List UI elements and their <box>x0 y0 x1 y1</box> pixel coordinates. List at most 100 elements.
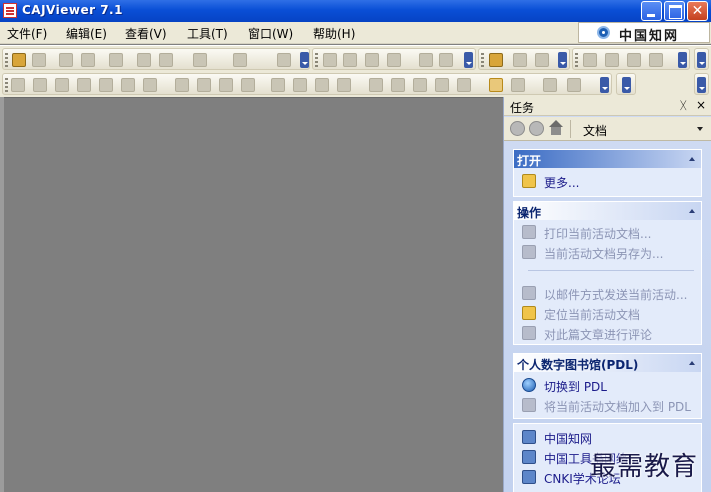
menu-view[interactable]: 查看(V) <box>125 25 167 42</box>
menu-window[interactable]: 窗口(W) <box>248 25 293 42</box>
home-icon[interactable] <box>548 120 564 136</box>
chevron-up-icon[interactable] <box>689 157 695 161</box>
minimize-button[interactable] <box>641 1 662 21</box>
toolbar-overflow-button[interactable] <box>600 77 609 93</box>
close-window-button[interactable]: ✕ <box>687 1 708 21</box>
section-operations-header[interactable]: 操作 <box>514 202 701 220</box>
toolbar-overflow-button[interactable] <box>697 77 706 93</box>
bookmark-icon[interactable] <box>369 78 383 92</box>
chevron-down-icon[interactable] <box>697 127 703 131</box>
facing-pages-icon[interactable] <box>627 53 641 67</box>
cnki-link[interactable]: 中国知网 <box>544 430 592 447</box>
copy-icon[interactable] <box>109 53 123 67</box>
prev-page-icon[interactable] <box>343 53 357 67</box>
paste-icon[interactable] <box>159 53 173 67</box>
select-arrow-icon[interactable] <box>33 78 47 92</box>
measure-icon[interactable] <box>413 78 427 92</box>
list-item[interactable]: 以邮件方式发送当前活动... <box>520 284 698 302</box>
ocr-icon[interactable] <box>121 78 135 92</box>
highlight-icon[interactable] <box>271 78 285 92</box>
toolbar-grip[interactable] <box>481 53 484 67</box>
hyperlink-icon[interactable] <box>143 78 157 92</box>
chevron-up-icon[interactable] <box>689 361 695 365</box>
list-item[interactable]: 打印当前活动文档... <box>520 223 698 241</box>
print-icon[interactable] <box>59 53 73 67</box>
document-area[interactable] <box>0 97 503 492</box>
toolbar-overflow-button[interactable] <box>300 52 309 68</box>
next-page-icon[interactable] <box>365 53 379 67</box>
continuous-page-icon[interactable] <box>605 53 619 67</box>
task-pane-close-icon[interactable]: × <box>696 98 706 112</box>
erase-icon[interactable] <box>457 78 471 92</box>
toolbar-grip[interactable] <box>5 78 8 92</box>
stamp-icon[interactable] <box>391 78 405 92</box>
add-to-pdl-link[interactable]: 将当前活动文档加入到 PDL <box>544 398 691 415</box>
chevron-up-icon[interactable] <box>689 209 695 213</box>
last-page-icon[interactable] <box>387 53 401 67</box>
print-preview-icon[interactable] <box>81 53 95 67</box>
list-item[interactable]: 切换到 PDL <box>520 376 698 394</box>
toolbar-overflow-button[interactable] <box>622 77 631 93</box>
snapshot-icon[interactable] <box>99 78 113 92</box>
strikeout-icon[interactable] <box>315 78 329 92</box>
save-as-link[interactable]: 当前活动文档另存为... <box>544 245 663 262</box>
toolbar-overflow-button[interactable] <box>678 52 687 68</box>
favorite-heart-icon[interactable] <box>511 78 525 92</box>
section-open-header[interactable]: 打开 <box>514 150 701 168</box>
list-item[interactable]: 定位当前活动文档 <box>520 304 698 322</box>
down-arrow-icon[interactable] <box>435 78 449 92</box>
toolbar-overflow-button[interactable] <box>464 52 473 68</box>
cnki-logo[interactable]: 中国知网 <box>578 22 710 44</box>
toolbar-overflow-button[interactable] <box>558 52 567 68</box>
task-pane-view-select[interactable]: 文档 <box>583 122 607 139</box>
back-icon[interactable] <box>510 121 525 136</box>
single-page-icon[interactable] <box>583 53 597 67</box>
forward-icon[interactable] <box>439 53 453 67</box>
redo-icon[interactable] <box>233 53 247 67</box>
back-icon[interactable] <box>419 53 433 67</box>
switch-pdl-link[interactable]: 切换到 PDL <box>544 378 607 395</box>
pencil-icon[interactable] <box>197 78 211 92</box>
toolbar-grip[interactable] <box>575 53 578 67</box>
toolbar-grip[interactable] <box>315 53 318 67</box>
comment-icon[interactable] <box>567 78 581 92</box>
hand-tool-icon[interactable] <box>11 78 25 92</box>
rotate-left-icon[interactable] <box>513 53 527 67</box>
menu-edit[interactable]: 编辑(E) <box>66 25 107 42</box>
more-link[interactable]: 更多... <box>544 174 579 191</box>
list-item[interactable]: 更多... <box>520 172 698 190</box>
text-select-icon[interactable] <box>55 78 69 92</box>
ellipse-icon[interactable] <box>241 78 255 92</box>
save-icon[interactable] <box>32 53 46 67</box>
toolbar-grip[interactable] <box>5 53 8 67</box>
check-icon[interactable] <box>543 78 557 92</box>
underline-icon[interactable] <box>293 78 307 92</box>
menu-help[interactable]: 帮助(H) <box>313 25 355 42</box>
menu-file[interactable]: 文件(F) <box>7 25 47 42</box>
locate-document-link[interactable]: 定位当前活动文档 <box>544 306 640 323</box>
line-icon[interactable] <box>175 78 189 92</box>
toolbar-overflow-button[interactable] <box>697 52 706 68</box>
open-folder-icon[interactable] <box>12 53 26 67</box>
zoom-icon[interactable] <box>489 53 503 67</box>
first-page-icon[interactable] <box>323 53 337 67</box>
undo-icon[interactable] <box>193 53 207 67</box>
image-select-icon[interactable] <box>77 78 91 92</box>
task-pane-toggle-icon[interactable] <box>489 78 503 92</box>
print-document-link[interactable]: 打印当前活动文档... <box>544 225 651 242</box>
section-pdl-header[interactable]: 个人数字图书馆(PDL) <box>514 354 701 372</box>
find-icon[interactable] <box>277 53 291 67</box>
note-icon[interactable] <box>337 78 351 92</box>
comment-link[interactable]: 对此篇文章进行评论 <box>544 326 652 343</box>
pin-icon[interactable]: ᚷ <box>680 99 687 112</box>
list-item[interactable]: 当前活动文档另存为... <box>520 243 698 261</box>
rectangle-icon[interactable] <box>219 78 233 92</box>
rotate-right-icon[interactable] <box>535 53 549 67</box>
list-item[interactable]: 中国知网 <box>520 428 698 446</box>
list-item[interactable]: 将当前活动文档加入到 PDL <box>520 396 698 414</box>
continuous-facing-icon[interactable] <box>649 53 663 67</box>
cut-icon[interactable] <box>137 53 151 67</box>
forward-icon[interactable] <box>529 121 544 136</box>
maximize-button[interactable] <box>664 1 685 21</box>
list-item[interactable]: 对此篇文章进行评论 <box>520 324 698 342</box>
